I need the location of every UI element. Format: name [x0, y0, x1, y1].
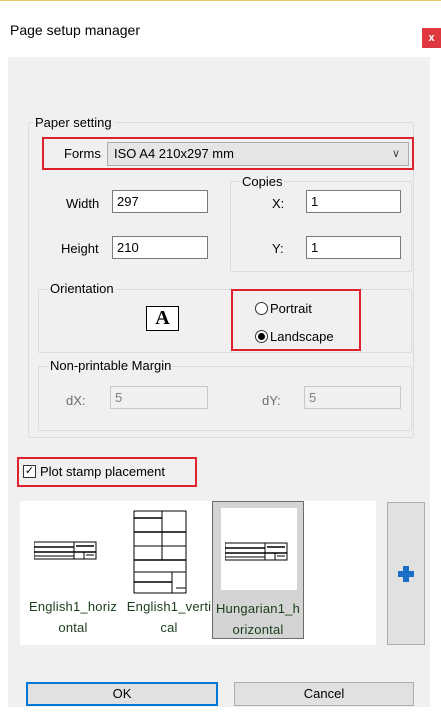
forms-dropdown[interactable]: ISO A4 210x297 mm ∨ — [107, 142, 409, 166]
copies-x-label: X: — [272, 196, 285, 211]
close-button[interactable]: x — [422, 28, 441, 48]
radio-selected-dot — [258, 333, 265, 340]
stamp-gallery: English1_horizontal English1_vertical Hu… — [20, 501, 376, 645]
margin-dy-field[interactable]: 5 — [304, 386, 401, 409]
width-field[interactable]: 297 — [112, 190, 208, 213]
chevron-down-icon: ∨ — [391, 148, 400, 160]
stamp-vertical-thumbnail-icon — [133, 510, 187, 594]
orientation-page-icon: A — [146, 306, 179, 331]
dialog-title: Page setup manager — [10, 22, 140, 38]
height-label: Height — [61, 241, 99, 256]
plot-stamp-checkbox[interactable]: ✓ — [23, 465, 36, 478]
stamp-tile-english1-vertical[interactable]: English1_vertical — [124, 504, 214, 639]
stamp-caption: English1_vertical — [126, 599, 212, 635]
landscape-radio[interactable] — [255, 330, 268, 343]
stamp-horizontal-thumbnail-icon — [34, 541, 97, 560]
plot-stamp-label[interactable]: Plot stamp placement — [40, 464, 165, 480]
forms-label: Forms — [64, 146, 101, 161]
copies-legend: Copies — [240, 174, 285, 189]
plus-icon — [398, 566, 414, 582]
copies-y-label: Y: — [272, 241, 284, 256]
window-top-border — [0, 0, 441, 1]
stamp-caption: Hungarian1_horizontal — [215, 601, 301, 637]
paper-setting-legend: Paper setting — [33, 115, 114, 130]
margin-dx-field[interactable]: 5 — [110, 386, 208, 409]
ok-button[interactable]: OK — [26, 682, 218, 706]
landscape-label[interactable]: Landscape — [270, 329, 334, 345]
portrait-radio[interactable] — [255, 302, 268, 315]
orientation-page-glyph: A — [155, 307, 170, 329]
stamp-tile-hungarian1-horizontal[interactable]: Hungarian1_horizontal — [212, 501, 304, 639]
forms-value: ISO A4 210x297 mm — [114, 146, 234, 161]
portrait-label[interactable]: Portrait — [270, 301, 312, 317]
margin-legend: Non-printable Margin — [48, 358, 174, 373]
width-label: Width — [66, 196, 100, 211]
orientation-legend: Orientation — [48, 281, 116, 296]
stamp-horizontal-thumbnail-icon — [225, 542, 288, 561]
add-stamp-button[interactable] — [387, 502, 425, 645]
stamp-tile-english1-horizontal[interactable]: English1_horizontal — [28, 504, 118, 639]
cancel-button[interactable]: Cancel — [234, 682, 414, 706]
margin-dx-label: dX: — [66, 393, 86, 408]
height-field[interactable]: 210 — [112, 236, 208, 259]
copies-x-field[interactable]: 1 — [306, 190, 401, 213]
stamp-caption: English1_horizontal — [28, 599, 118, 635]
copies-y-field[interactable]: 1 — [306, 236, 401, 259]
margin-dy-label: dY: — [262, 393, 281, 408]
